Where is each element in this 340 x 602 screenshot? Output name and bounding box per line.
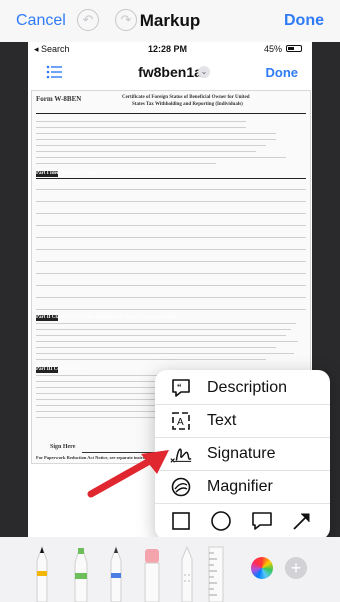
menu-divider [155, 503, 330, 504]
rule [36, 329, 291, 330]
menu-item-label: Text [207, 412, 237, 429]
part-1-label: Part I Identification of Beneficial Owne… [36, 171, 160, 176]
rule [36, 225, 306, 226]
status-time: 12:28 PM [148, 44, 188, 54]
rule [36, 347, 276, 348]
menu-item-description[interactable]: “ Description [155, 372, 330, 404]
rule [36, 157, 286, 158]
status-battery: 45% [264, 44, 283, 54]
circle-icon[interactable] [210, 510, 232, 532]
done-button[interactable]: Done [284, 12, 324, 30]
speech-bubble-icon[interactable] [250, 510, 274, 532]
rule [36, 323, 296, 324]
rule [36, 285, 306, 286]
rule [36, 151, 256, 152]
pen-icon[interactable] [35, 545, 49, 602]
battery-icon [286, 45, 302, 52]
color-wheel-icon[interactable] [251, 557, 273, 579]
menu-item-signature[interactable]: Signature [155, 438, 330, 470]
inner-done-button: Done [265, 65, 299, 80]
square-icon[interactable] [171, 511, 191, 531]
rule [36, 353, 294, 354]
arrow-icon[interactable] [291, 510, 313, 532]
menu-item-magnifier[interactable]: Magnifier [155, 471, 330, 503]
lasso-icon[interactable] [180, 545, 194, 602]
part-2-label: Part II Claim of Tax Treaty Benefits (fo… [36, 315, 176, 320]
markup-toolbar: Cancel ↶ ↷ Markup Done [0, 0, 340, 42]
form-heading-1: Certificate of Foreign Status of Benefic… [122, 95, 250, 100]
svg-text:A: A [177, 417, 184, 428]
rule [36, 145, 266, 146]
undo-icon[interactable]: ↶ [77, 9, 99, 31]
form-id: Form W-8BEN [36, 95, 82, 103]
svg-text:“: “ [177, 382, 182, 392]
text-box-icon: A [169, 409, 193, 433]
rule [36, 121, 246, 122]
plus-icon[interactable]: + [285, 557, 307, 579]
rule [36, 163, 216, 164]
tool-tray: + [0, 537, 340, 602]
rule [36, 341, 298, 342]
marker-icon[interactable] [73, 545, 89, 602]
annotation-menu: “ Description A Text Signature Magnifier [155, 370, 330, 540]
inner-status-bar: ◂ Search 12:28 PM 45% [28, 42, 312, 56]
menu-item-text[interactable]: A Text [155, 405, 330, 437]
menu-item-label: Magnifier [207, 478, 273, 495]
rule [36, 133, 276, 134]
pencil-icon[interactable] [109, 545, 123, 602]
rule [36, 309, 306, 310]
redo-icon[interactable]: ↷ [115, 9, 137, 31]
rule [36, 189, 306, 190]
quote-bubble-icon: “ [169, 376, 193, 400]
rule [36, 201, 306, 202]
rule [36, 273, 306, 274]
menu-item-label: Signature [207, 445, 276, 462]
rule [36, 261, 306, 262]
part-3-label: Part III Certification [36, 367, 81, 372]
rule [36, 297, 306, 298]
rule [36, 335, 286, 336]
sign-here-label: Sign Here [50, 444, 76, 450]
rule [36, 178, 306, 179]
rule [36, 139, 276, 140]
rule [36, 113, 306, 114]
ruler-icon[interactable] [208, 545, 224, 602]
inner-toolbar: fw8ben1a ⌄ Done [28, 58, 312, 86]
eraser-icon[interactable] [143, 545, 161, 602]
rule [36, 237, 306, 238]
rule [36, 127, 246, 128]
rule [36, 359, 266, 360]
rule [36, 213, 306, 214]
cancel-button[interactable]: Cancel [16, 12, 66, 30]
form-heading-2: States Tax Withholding and Reporting (In… [132, 102, 243, 107]
back-to-search: ◂ Search [34, 44, 70, 54]
chevron-down-icon: ⌄ [198, 66, 210, 78]
red-arrow-icon [87, 450, 169, 498]
menu-item-label: Description [207, 379, 288, 396]
rule [36, 249, 306, 250]
